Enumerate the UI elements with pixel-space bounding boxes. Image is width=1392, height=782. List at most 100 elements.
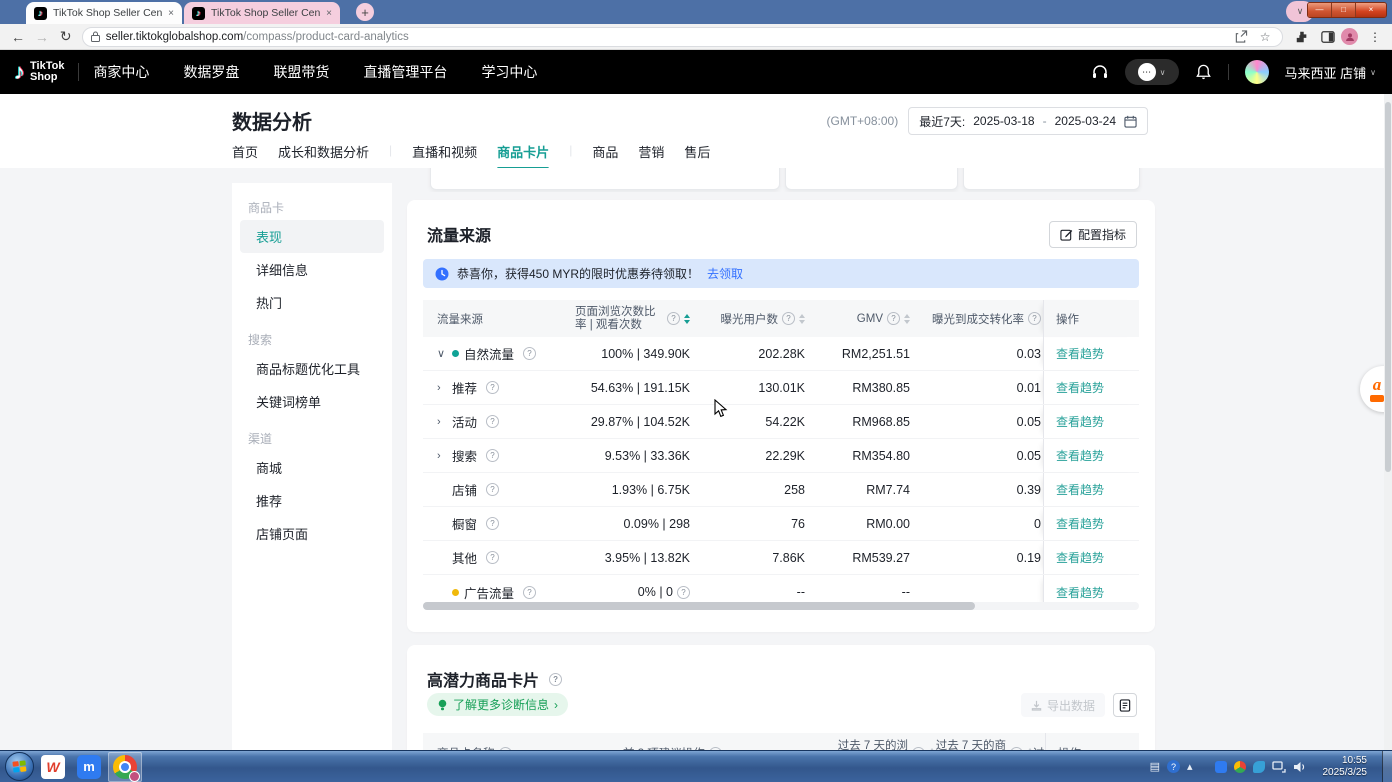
sidebar-item-商品标题优化工具[interactable]: 商品标题优化工具 — [240, 352, 384, 385]
tray-expand-icon[interactable]: ▴ — [1187, 760, 1193, 773]
tab-首页[interactable]: 首页 — [232, 142, 258, 170]
browser-profile-avatar[interactable] — [1341, 28, 1358, 45]
nav-item[interactable]: 学习中心 — [481, 62, 537, 82]
sidebar-item-热门[interactable]: 热门 — [240, 286, 384, 319]
show-desktop-button[interactable] — [1382, 751, 1392, 782]
tray-network-icon[interactable] — [1272, 761, 1286, 773]
tray-chrome-icon[interactable] — [1234, 761, 1246, 773]
expand-caret-icon[interactable]: › — [437, 416, 447, 428]
nav-item[interactable]: 联盟带货 — [273, 62, 329, 82]
tab-close-icon[interactable]: × — [326, 8, 332, 19]
nav-item[interactable]: 商家中心 — [93, 62, 149, 82]
tray-cloud-icon[interactable] — [1253, 761, 1265, 773]
export-data-button[interactable]: 导出数据 — [1021, 693, 1105, 717]
tray-help-icon[interactable]: ? — [1167, 760, 1180, 773]
tiktok-shop-logo[interactable]: ♪ TikTokShop — [14, 59, 64, 85]
tray-window-icon[interactable]: ▤ — [1150, 760, 1160, 773]
sidebar-item-详细信息[interactable]: 详细信息 — [240, 253, 384, 286]
view-trend-link[interactable]: 查看趋势 — [1056, 379, 1104, 396]
taskbar-clock[interactable]: 10:55 2025/3/25 — [1323, 755, 1368, 779]
maximize-button[interactable]: □ — [1332, 3, 1356, 17]
report-button[interactable] — [1113, 693, 1137, 717]
expand-caret-icon[interactable]: › — [437, 450, 447, 462]
sidebar-item-商城[interactable]: 商城 — [240, 451, 384, 484]
view-trend-link[interactable]: 查看趋势 — [1056, 549, 1104, 566]
sidebar-item-店铺页面[interactable]: 店铺页面 — [240, 517, 384, 550]
info-icon[interactable]: ? — [523, 347, 536, 360]
start-button[interactable] — [5, 752, 34, 781]
col-ratio[interactable]: 页面浏览次数比率 | 观看次数 ? — [573, 300, 690, 337]
info-icon[interactable]: ? — [1028, 312, 1041, 325]
info-icon[interactable]: ? — [667, 312, 680, 325]
expand-caret-icon[interactable]: › — [437, 382, 447, 394]
view-trend-link[interactable]: 查看趋势 — [1056, 447, 1104, 464]
browser-tab-1[interactable]: ♪ TikTok Shop Seller Center | Cr × — [26, 2, 182, 24]
nav-item[interactable]: 直播管理平台 — [363, 62, 447, 82]
info-icon[interactable]: ? — [549, 673, 562, 686]
new-tab-button[interactable]: + — [356, 3, 374, 21]
scrollbar-thumb[interactable] — [1385, 102, 1391, 472]
claim-coupon-link[interactable]: 去领取 — [707, 265, 743, 282]
info-icon[interactable]: ? — [486, 483, 499, 496]
col-users[interactable]: 曝光用户数 ? — [690, 300, 805, 337]
notification-bell-icon[interactable] — [1195, 63, 1212, 81]
tab-商品[interactable]: 商品 — [592, 142, 618, 170]
address-bar[interactable]: seller.tiktokglobalshop.com/compass/prod… — [82, 27, 1283, 47]
tab-直播和视频[interactable]: 直播和视频 — [412, 142, 477, 170]
nav-item[interactable]: 数据罗盘 — [183, 62, 239, 82]
share-icon[interactable] — [1232, 30, 1250, 43]
tab-售后[interactable]: 售后 — [684, 142, 710, 170]
tab-成长和数据分析[interactable]: 成长和数据分析 — [278, 142, 369, 170]
tray-volume-icon[interactable] — [1293, 761, 1306, 773]
col-views-7d[interactable]: 过去 7 天的浏览人数 ? — [828, 733, 935, 750]
expand-caret-icon[interactable]: ∨ — [437, 347, 447, 360]
view-trend-link[interactable]: 查看趋势 — [1056, 345, 1104, 362]
back-button[interactable]: ← — [6, 29, 30, 45]
info-icon[interactable]: ? — [677, 586, 690, 599]
scrollbar-thumb[interactable] — [423, 602, 975, 610]
sidebar-item-推荐[interactable]: 推荐 — [240, 484, 384, 517]
col-gmv-7d[interactable]: 过去 7 天的商品交易总额 ? — [935, 733, 1033, 750]
store-avatar[interactable] — [1245, 60, 1269, 84]
close-button[interactable]: × — [1356, 3, 1386, 17]
browser-menu-icon[interactable]: ⋮ — [1366, 30, 1384, 44]
page-scrollbar[interactable] — [1384, 94, 1392, 750]
info-icon[interactable]: ? — [486, 551, 499, 564]
headset-icon[interactable] — [1091, 63, 1109, 81]
info-icon[interactable]: ? — [486, 415, 499, 428]
browser-tab-2[interactable]: ♪ TikTok Shop Seller Center | Cr × — [184, 2, 340, 24]
col-gmv[interactable]: GMV ? — [805, 300, 910, 337]
sidebar-item-表现[interactable]: 表现 — [240, 220, 384, 253]
configure-metrics-button[interactable]: 配置指标 — [1049, 221, 1137, 248]
side-panel-icon[interactable] — [1321, 30, 1335, 44]
view-trend-link[interactable]: 查看趋势 — [1056, 515, 1104, 532]
view-trend-link[interactable]: 查看趋势 — [1056, 584, 1104, 601]
minimize-button[interactable]: — — [1308, 3, 1332, 17]
extensions-puzzle-icon[interactable] — [1295, 30, 1309, 44]
info-icon[interactable]: ? — [486, 517, 499, 530]
messages-button[interactable]: ⋯ ∨ — [1125, 59, 1179, 85]
view-trend-link[interactable]: 查看趋势 — [1056, 481, 1104, 498]
diagnosis-link[interactable]: 了解更多诊断信息 › — [427, 693, 568, 716]
tab-商品卡片[interactable]: 商品卡片 — [497, 142, 549, 170]
info-icon[interactable]: ? — [782, 312, 795, 325]
taskbar-wps-icon[interactable]: W — [36, 752, 70, 782]
info-icon[interactable]: ? — [486, 449, 499, 462]
tray-defender-icon[interactable] — [1215, 761, 1227, 773]
info-icon[interactable]: ? — [486, 381, 499, 394]
sidebar-item-关键词榜单[interactable]: 关键词榜单 — [240, 385, 384, 418]
taskbar-mail-icon[interactable]: m — [72, 752, 106, 782]
store-switcher[interactable]: 马来西亚 店铺 ∨ — [1285, 63, 1376, 82]
taskbar-chrome-icon[interactable] — [108, 752, 142, 782]
tab-close-icon[interactable]: × — [168, 8, 174, 19]
bookmark-star-icon[interactable]: ☆ — [1256, 30, 1274, 44]
refresh-button[interactable]: ↻ — [54, 28, 78, 45]
view-trend-link[interactable]: 查看趋势 — [1056, 413, 1104, 430]
conversion-cell: 0.05 — [910, 405, 1043, 438]
forward-button[interactable]: → — [30, 29, 54, 45]
date-range-picker[interactable]: 最近7天: 2025-03-18 - 2025-03-24 — [908, 107, 1148, 135]
info-icon[interactable]: ? — [887, 312, 900, 325]
tab-营销[interactable]: 营销 — [638, 142, 664, 170]
info-icon[interactable]: ? — [523, 586, 536, 599]
horizontal-scrollbar[interactable] — [423, 602, 1139, 610]
